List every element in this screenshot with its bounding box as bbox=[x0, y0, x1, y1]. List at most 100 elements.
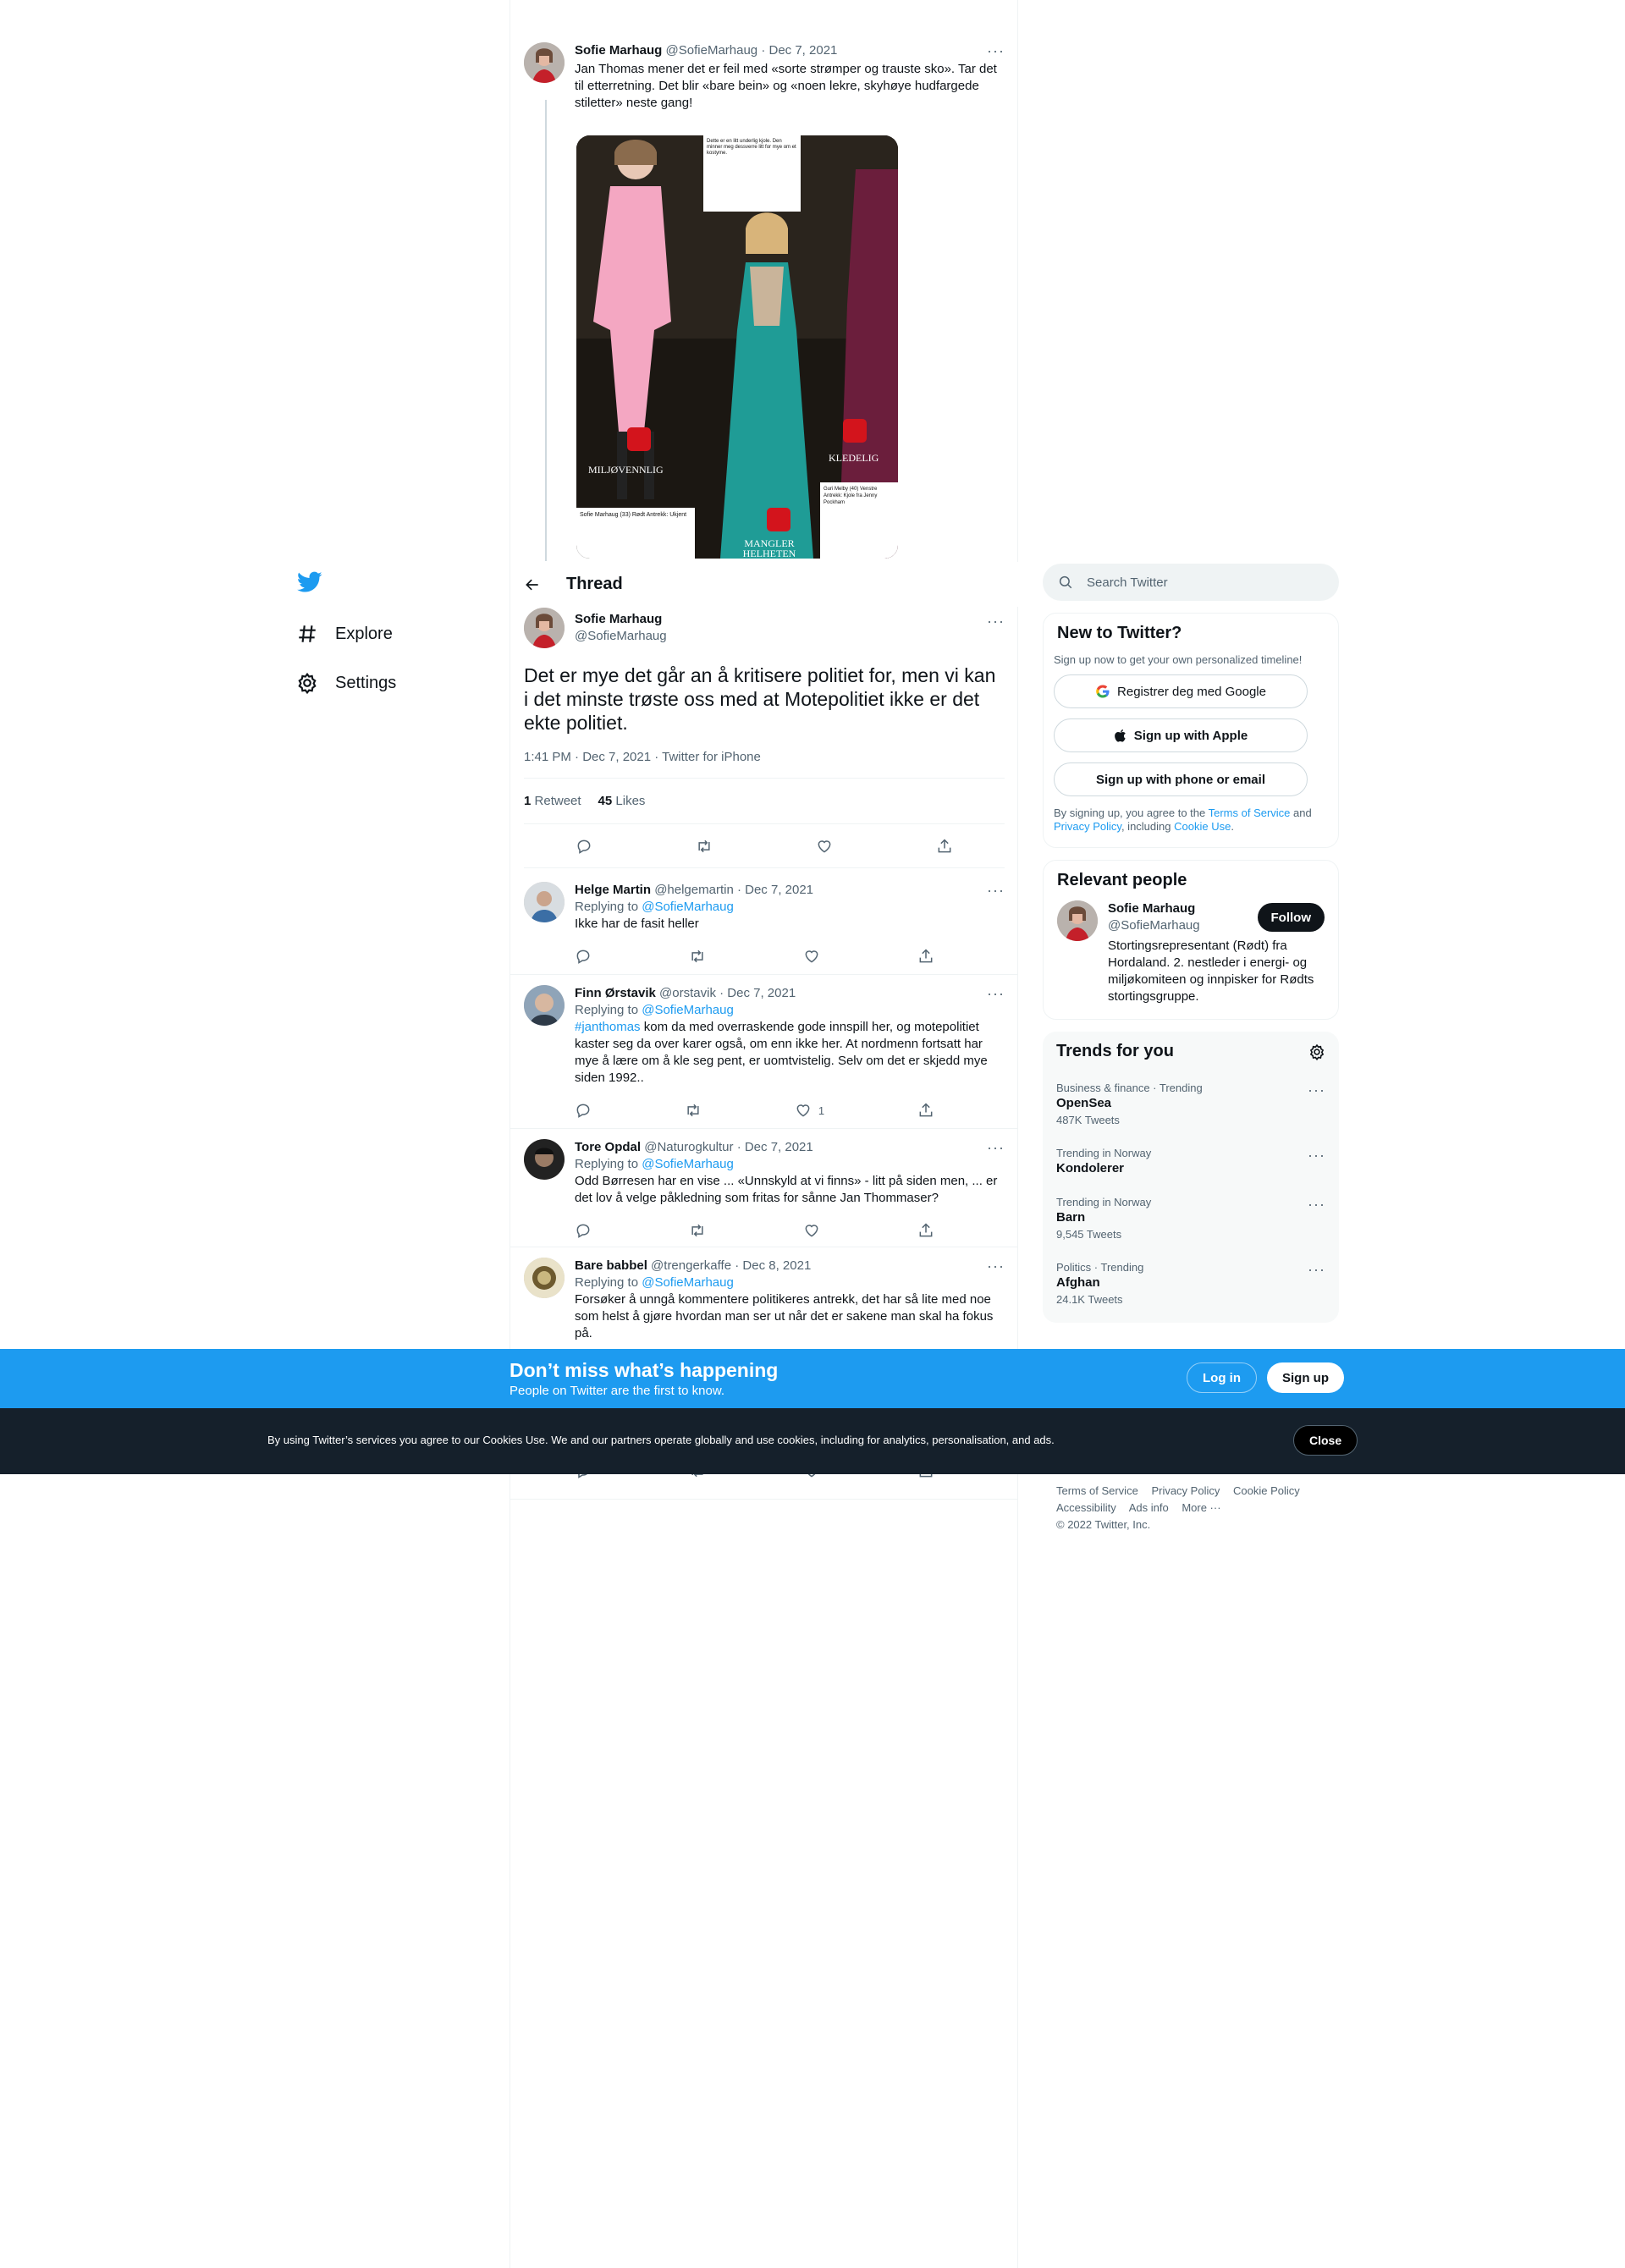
retweet-icon bbox=[687, 1104, 699, 1117]
retweet-button[interactable] bbox=[685, 1102, 702, 1119]
avatar[interactable] bbox=[524, 985, 565, 1026]
signup-button[interactable]: Sign up bbox=[1267, 1362, 1344, 1393]
share-icon[interactable] bbox=[936, 838, 953, 855]
reply-icon bbox=[576, 1224, 590, 1238]
footer-privacy-link[interactable]: Privacy Policy bbox=[1151, 1484, 1220, 1497]
privacy-link[interactable]: Privacy Policy bbox=[1054, 820, 1121, 833]
twitter-logo-icon[interactable] bbox=[286, 559, 333, 606]
reply-button[interactable] bbox=[575, 1222, 592, 1239]
like-icon bbox=[805, 950, 818, 963]
share-button[interactable] bbox=[917, 948, 934, 965]
more-options-icon[interactable]: ··· bbox=[987, 613, 1005, 630]
avatar[interactable] bbox=[524, 42, 565, 83]
reply-tweet[interactable]: Finn Ørstavik @orstavik · Dec 7, 2021 ··… bbox=[510, 975, 1018, 1129]
parent-tweet[interactable]: Sofie Marhaug @SofieMarhaug · Dec 7, 202… bbox=[510, 42, 1018, 559]
reply-icon[interactable] bbox=[576, 838, 592, 855]
footer-more-link[interactable]: More ··· bbox=[1182, 1501, 1220, 1514]
like-button[interactable]: 1 bbox=[795, 1102, 824, 1119]
author-handle[interactable]: @SofieMarhaug bbox=[575, 628, 987, 645]
trend-item[interactable]: Trending in Norway Barn 9,545 Tweets ··· bbox=[1043, 1186, 1339, 1251]
media-label-miljovennlig: MILJØVENNLIG bbox=[588, 464, 664, 476]
reply-tweet[interactable]: Tore Opdal @Naturogkultur · Dec 7, 2021 … bbox=[510, 1129, 1018, 1247]
mention-link[interactable]: @SofieMarhaug bbox=[642, 1157, 734, 1171]
back-arrow-icon[interactable] bbox=[524, 576, 541, 593]
avatar[interactable] bbox=[524, 882, 565, 922]
avatar[interactable] bbox=[524, 1139, 565, 1180]
tweet-media-image[interactable]: Dette er en litt underlig kjole. Den min… bbox=[576, 135, 898, 559]
retweet-button[interactable] bbox=[689, 948, 706, 965]
share-button[interactable] bbox=[917, 1222, 934, 1239]
nav-explore[interactable]: Explore bbox=[286, 609, 498, 658]
tweet-text: Det er mye det går an å kritisere politi… bbox=[524, 664, 996, 734]
media-label-mangler: MANGLER HELHETEN bbox=[742, 537, 796, 559]
person-name[interactable]: Sofie Marhaug bbox=[1108, 900, 1200, 917]
more-options-icon[interactable]: ··· bbox=[1308, 1082, 1325, 1126]
tweet-meta[interactable]: 1:41 PM · Dec 7, 2021 · Twitter for iPho… bbox=[524, 750, 1005, 779]
cookie-close-button[interactable]: Close bbox=[1293, 1425, 1358, 1456]
main-column: Sofie Marhaug @SofieMarhaug · Dec 7, 202… bbox=[510, 0, 1018, 2268]
search-input[interactable]: Search Twitter bbox=[1043, 564, 1339, 601]
reply-actions: 1 bbox=[575, 1093, 934, 1127]
relevant-people-title: Relevant people bbox=[1057, 871, 1187, 889]
retweet-icon bbox=[691, 1224, 703, 1237]
more-options-icon[interactable]: ··· bbox=[987, 882, 1005, 899]
reply-button[interactable] bbox=[575, 948, 592, 965]
tweet-date[interactable]: · Dec 7, 2021 bbox=[761, 43, 837, 58]
share-icon bbox=[919, 1223, 933, 1237]
avatar[interactable] bbox=[1057, 900, 1098, 941]
footer-accessibility-link[interactable]: Accessibility bbox=[1056, 1501, 1116, 1514]
apple-icon bbox=[1114, 729, 1126, 742]
mention-link[interactable]: @SofieMarhaug bbox=[642, 1003, 734, 1017]
mention-link[interactable]: @SofieMarhaug bbox=[642, 1275, 734, 1290]
avatar[interactable] bbox=[524, 608, 565, 648]
trend-item[interactable]: Trending in Norway Kondolerer ··· bbox=[1043, 1137, 1339, 1186]
avatar[interactable] bbox=[524, 1258, 565, 1298]
more-options-icon[interactable]: ··· bbox=[987, 1139, 1005, 1156]
retweet-count[interactable]: 1 Retweet bbox=[524, 794, 581, 808]
more-options-icon[interactable]: ··· bbox=[987, 42, 1005, 59]
footer-terms-link[interactable]: Terms of Service bbox=[1056, 1484, 1138, 1497]
trends-card: Trends for you Business & finance · Tren… bbox=[1043, 1032, 1339, 1323]
cookie-use-link[interactable]: Cookie Use bbox=[1174, 820, 1231, 833]
person-handle[interactable]: @SofieMarhaug bbox=[1108, 917, 1200, 934]
reply-actions bbox=[575, 939, 934, 973]
share-button[interactable] bbox=[917, 1102, 934, 1119]
terms-link[interactable]: Terms of Service bbox=[1209, 806, 1291, 819]
author-name[interactable]: Sofie Marhaug bbox=[575, 43, 662, 58]
google-signup-button[interactable]: Registrer deg med Google bbox=[1054, 674, 1308, 708]
author-handle[interactable]: @SofieMarhaug bbox=[666, 43, 758, 58]
left-nav: Explore Settings bbox=[286, 559, 498, 707]
like-count[interactable]: 45 Likes bbox=[598, 794, 646, 808]
apple-signup-button[interactable]: Sign up with Apple bbox=[1054, 718, 1308, 752]
hashtag-link[interactable]: #janthomas bbox=[575, 1020, 641, 1034]
reply-tweet[interactable]: Helge Martin @helgemartin · Dec 7, 2021 … bbox=[510, 872, 1018, 975]
footer-cookie-link[interactable]: Cookie Policy bbox=[1233, 1484, 1300, 1497]
like-button[interactable] bbox=[803, 1222, 820, 1239]
trend-item[interactable]: Politics · Trending Afghan 24.1K Tweets ··… bbox=[1043, 1251, 1339, 1316]
thread-connector-line bbox=[545, 100, 547, 561]
more-options-icon[interactable]: ··· bbox=[1308, 1147, 1325, 1175]
like-icon[interactable] bbox=[816, 838, 833, 855]
gear-icon bbox=[298, 672, 317, 694]
search-placeholder: Search Twitter bbox=[1087, 575, 1168, 590]
settings-gear-icon[interactable] bbox=[1308, 1043, 1325, 1060]
retweet-button[interactable] bbox=[689, 1222, 706, 1239]
more-options-icon[interactable]: ··· bbox=[1308, 1196, 1325, 1241]
media-caption-top: Dette er en litt underlig kjole. Den min… bbox=[707, 139, 796, 156]
trend-item[interactable]: Business & finance · Trending OpenSea 487K… bbox=[1043, 1071, 1339, 1137]
more-options-icon[interactable]: ··· bbox=[987, 985, 1005, 1002]
reply-button[interactable] bbox=[575, 1102, 592, 1119]
more-options-icon[interactable]: ··· bbox=[1308, 1261, 1325, 1306]
more-options-icon[interactable]: ··· bbox=[987, 1258, 1005, 1274]
author-name[interactable]: Sofie Marhaug bbox=[575, 611, 987, 628]
phone-signup-button[interactable]: Sign up with phone or email bbox=[1054, 762, 1308, 796]
reply-text: Odd Børresen har en vise ... «Unnskyld a… bbox=[575, 1174, 998, 1205]
login-button[interactable]: Log in bbox=[1187, 1362, 1257, 1393]
like-button[interactable] bbox=[803, 948, 820, 965]
mention-link[interactable]: @SofieMarhaug bbox=[642, 900, 734, 914]
footer-ads-link[interactable]: Ads info bbox=[1129, 1501, 1169, 1514]
retweet-icon[interactable] bbox=[696, 838, 713, 855]
search-icon bbox=[1059, 575, 1072, 589]
nav-settings[interactable]: Settings bbox=[286, 658, 498, 707]
follow-button[interactable]: Follow bbox=[1257, 903, 1325, 932]
